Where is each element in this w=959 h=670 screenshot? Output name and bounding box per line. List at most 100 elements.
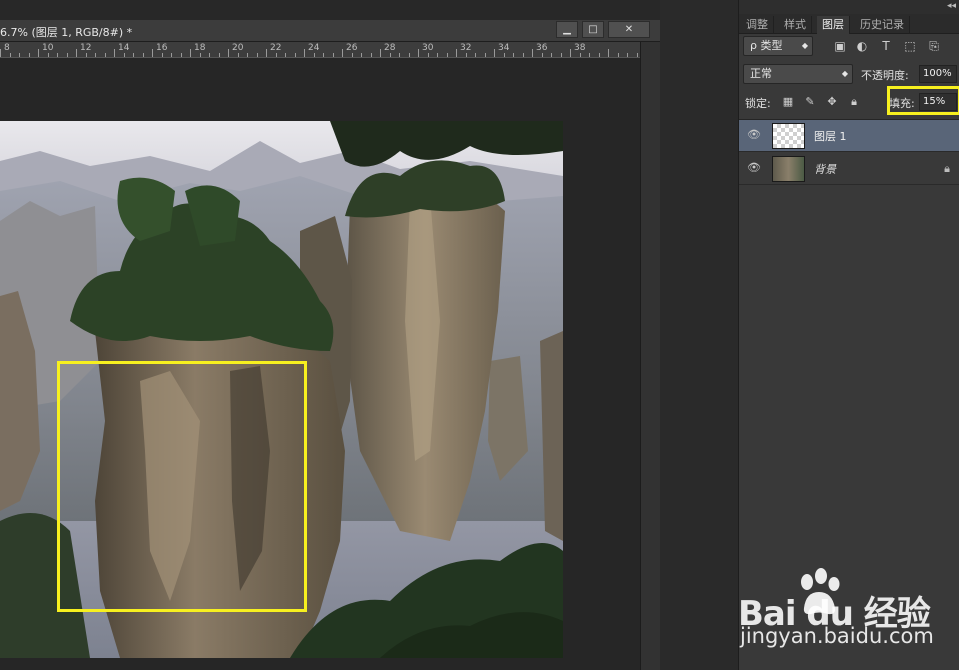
chevron-updown-icon: ◆ [841,69,848,78]
layer-filter-label: ρ 类型 [750,39,783,52]
ruler-tick [266,49,267,57]
ruler-tick [608,49,609,57]
lock-image-pixels-icon[interactable]: ✎ [803,95,817,109]
ruler-tick [437,53,438,57]
ruler-tick [371,53,372,57]
ruler-tick [228,49,229,57]
ruler-label: 22 [270,43,282,53]
ruler-label: 26 [346,43,358,53]
ruler-label: 20 [232,43,244,53]
ruler-tick [352,53,353,57]
ruler-tick [152,49,153,57]
tab-styles[interactable]: 样式 [779,16,812,34]
ruler-label: 16 [156,43,168,53]
ruler-tick [580,53,581,57]
ruler-tick [19,53,20,57]
ruler-tick [456,49,457,57]
ruler-tick [48,53,49,57]
ruler-tick [314,53,315,57]
ruler-tick [428,53,429,57]
ruler-tick [162,53,163,57]
ruler-tick [67,53,68,57]
eye-visibility-icon[interactable]: 👁︎ [747,129,761,141]
ruler-tick [409,53,410,57]
lock-transparent-pixels-icon[interactable]: ▦ [781,95,795,109]
ruler-tick [589,53,590,57]
photoshop-workspace: 6.7% (图层 1, RGB/8#) * ▁ □ ✕ 8 10 12 14 1… [0,0,959,670]
ruler-tick [86,53,87,57]
ruler-tick [390,53,391,57]
tab-layers[interactable]: 图层 [817,16,850,34]
ruler-label: 28 [384,43,396,53]
ruler-tick [304,49,305,57]
chevron-updown-icon: ◆ [801,41,808,50]
image-filter-icon[interactable]: ▣ [831,38,849,54]
ruler-tick [114,49,115,57]
lock-all-icon[interactable]: 🔒︎ [847,95,861,109]
ruler-tick [418,49,419,57]
ruler-label: 38 [574,43,586,53]
ruler-label: 32 [460,43,472,53]
document-title-bar[interactable]: 6.7% (图层 1, RGB/8#) * ▁ □ ✕ [0,20,660,42]
fill-highlight-box [887,86,959,115]
ruler-label: 14 [118,43,130,53]
ruler-tick [380,49,381,57]
horizontal-ruler: 8 10 12 14 16 18 20 22 24 26 28 30 32 34… [0,42,640,58]
close-button[interactable]: ✕ [608,21,650,38]
ruler-tick [618,53,619,57]
selection-highlight-box [57,361,307,612]
ruler-label: 30 [422,43,434,53]
ruler-label: 36 [536,43,548,53]
ruler-tick [38,49,39,57]
ruler-label: 12 [80,43,92,53]
vertical-scrollbar[interactable] [640,42,660,670]
opacity-label: 不透明度: [861,69,909,82]
layer-filter-select[interactable]: ρ 类型 ◆ [743,36,813,56]
ruler-tick [333,53,334,57]
ruler-tick [209,53,210,57]
ruler-tick [171,53,172,57]
minimize-button[interactable]: ▁ [556,21,578,38]
collapse-arrows-icon[interactable]: ◂◂ [947,1,956,11]
ruler-tick [105,53,106,57]
ruler-label: 8 [4,43,10,53]
ruler-tick [361,53,362,57]
eye-visibility-icon[interactable]: 👁︎ [747,162,761,174]
ruler-label: 18 [194,43,206,53]
lock-position-icon[interactable]: ✥ [825,95,839,109]
ruler-tick [285,53,286,57]
panel-tabs: 调整 样式 图层 历史记录 [739,14,959,34]
panel-collapse-bar[interactable]: ◂◂ [739,0,959,14]
tab-adjustments[interactable]: 调整 [741,16,774,34]
blend-mode-select[interactable]: 正常 ◆ [743,64,853,84]
layer-row-background[interactable]: 👁︎ 背景 🔒︎ [739,153,959,185]
ruler-tick [190,49,191,57]
ruler-tick [238,53,239,57]
ruler-tick [570,49,571,57]
ruler-tick [323,53,324,57]
adjustment-filter-icon[interactable]: ◐ [853,38,871,54]
ruler-tick [542,53,543,57]
layer-name: 图层 1 [814,130,847,143]
tab-history[interactable]: 历史记录 [855,16,910,34]
panel-dock-gap [660,0,738,670]
shape-filter-icon[interactable]: ⬚ [901,38,919,54]
ruler-label: 10 [42,43,54,53]
ruler-tick [143,53,144,57]
ruler-tick [523,53,524,57]
maximize-button[interactable]: □ [582,21,604,38]
layer-name: 背景 [814,163,836,176]
document-title: 6.7% (图层 1, RGB/8#) * [0,26,133,39]
smart-object-filter-icon[interactable]: ⎘ [925,38,943,54]
ruler-tick [95,53,96,57]
ruler-tick [447,53,448,57]
opacity-field[interactable]: 100% [919,65,957,83]
layer-lock-icon: 🔒︎ [944,162,950,175]
background-thumbnail [772,156,805,182]
ruler-tick [29,53,30,57]
ruler-tick [513,53,514,57]
baidu-watermark: Bai du 经验 jingyan.baidu.com [738,568,959,658]
type-filter-icon[interactable]: T [877,38,895,54]
ruler-tick [485,53,486,57]
layer-row-layer1[interactable]: 👁︎ 图层 1 [739,120,959,152]
